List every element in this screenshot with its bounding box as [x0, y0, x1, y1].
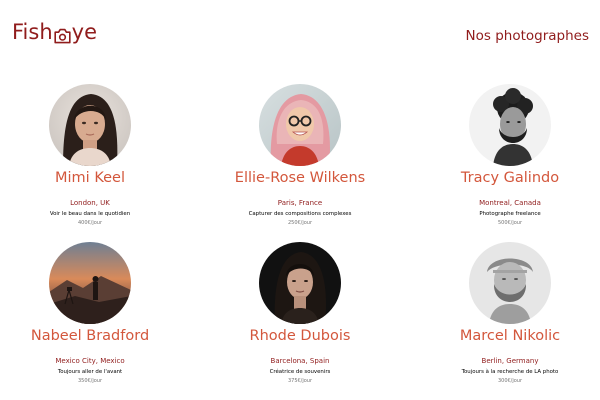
photographer-tagline: Toujours aller de l'avant [57, 369, 123, 376]
page: Fish ye Nos photographes Mimi Keel Londo… [0, 0, 600, 400]
photographer-portrait-link[interactable] [259, 84, 341, 166]
photographer-card[interactable]: Marcel Nikolic Berlin, Germany Toujours … [420, 242, 600, 385]
photographer-price: 375€/jour [287, 378, 313, 385]
photographer-card[interactable]: Mimi Keel London, UK Voir le beau dans l… [0, 84, 180, 227]
photographer-name: Tracy Galindo [460, 170, 560, 186]
photographer-card[interactable]: Ellie-Rose Wilkens Paris, France Capture… [210, 84, 390, 227]
photographer-tagline: Toujours à la recherche de LA photo [461, 369, 559, 376]
portrait-man-beard-image [469, 242, 551, 324]
photographer-price: 500€/jour [497, 220, 523, 227]
photographer-location: Berlin, Germany [481, 357, 539, 366]
photographer-card[interactable]: Tracy Galindo Montreal, Canada Photograp… [420, 84, 600, 227]
photographer-location: Paris, France [277, 199, 323, 208]
photographer-name: Mimi Keel [55, 170, 125, 186]
photographer-card[interactable]: Nabeel Bradford Mexico City, Mexico Touj… [0, 242, 180, 385]
photographer-name: Marcel Nikolic [459, 328, 561, 344]
photographer-price: 400€/jour [77, 220, 103, 227]
portrait-man-curly-beard-image [469, 84, 551, 166]
landscape-photographer-sunset-image [49, 242, 131, 324]
photographer-price: 350€/jour [77, 378, 103, 385]
portrait-young-woman-image [49, 84, 131, 166]
photographer-portrait-link[interactable] [469, 242, 551, 324]
photographer-location: Mexico City, Mexico [55, 357, 125, 366]
photographer-tagline: Voir le beau dans le quotidien [49, 211, 131, 218]
photographer-portrait-link[interactable] [469, 84, 551, 166]
photographer-portrait-link[interactable] [49, 84, 131, 166]
photographer-name: Nabeel Bradford [30, 328, 150, 344]
portrait-woman-glasses-pink-hair-image [259, 84, 341, 166]
photographer-card[interactable]: Rhode Dubois Barcelona, Spain Créatrice … [210, 242, 390, 385]
photographer-price: 250€/jour [287, 220, 313, 227]
photographer-tagline: Capturer des compositions complexes [248, 211, 352, 218]
photographer-price: 300€/jour [497, 378, 523, 385]
photographer-location: Montreal, Canada [479, 199, 541, 208]
photographer-location: Barcelona, Spain [270, 357, 330, 366]
photographer-portrait-link[interactable] [49, 242, 131, 324]
photographer-tagline: Créatrice de souvenirs [269, 369, 331, 376]
photographer-tagline: Photographe freelance [479, 211, 541, 218]
portrait-woman-dark-hair-image [259, 242, 341, 324]
photographer-grid: Mimi Keel London, UK Voir le beau dans l… [0, 0, 600, 400]
photographer-location: London, UK [70, 199, 110, 208]
photographer-portrait-link[interactable] [259, 242, 341, 324]
photographer-name: Ellie-Rose Wilkens [234, 170, 366, 186]
photographer-name: Rhode Dubois [249, 328, 351, 344]
